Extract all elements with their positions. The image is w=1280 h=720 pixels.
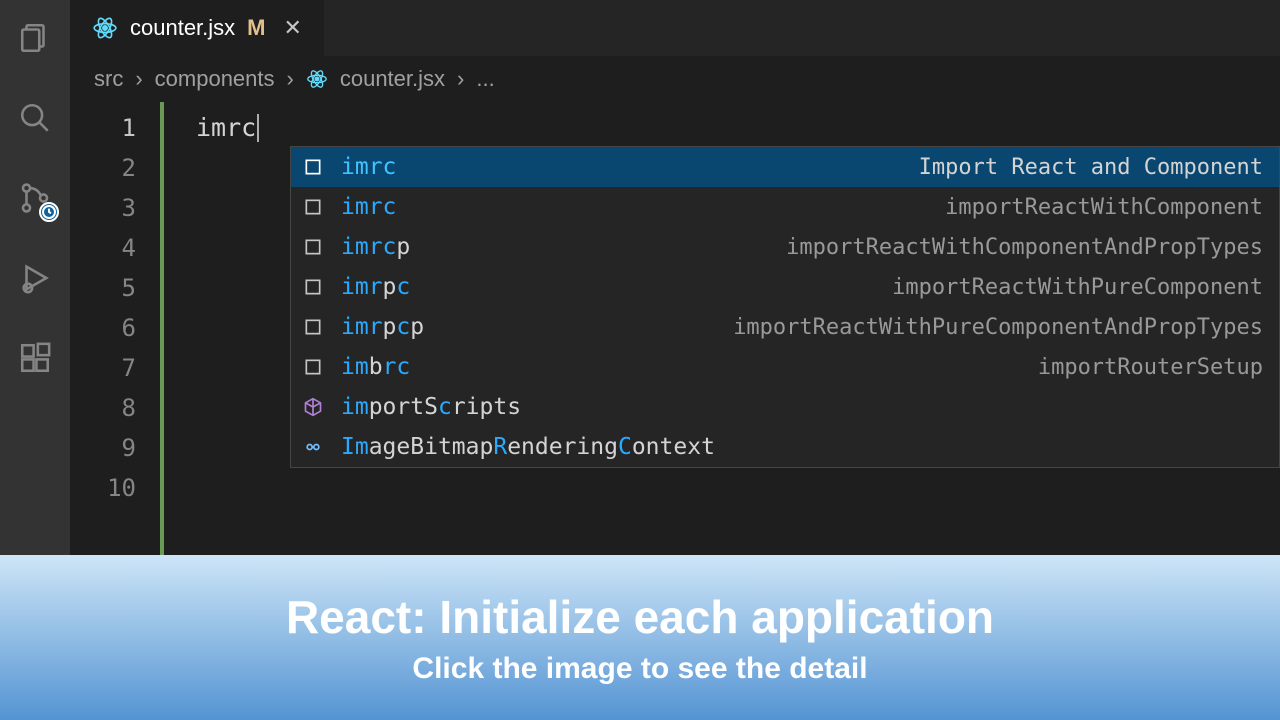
- extensions-icon[interactable]: [15, 338, 55, 378]
- chevron-right-icon: ›: [457, 66, 464, 92]
- suggestion-detail: importRouterSetup: [1038, 355, 1263, 380]
- tab-bar: counter.jsx M ✕: [70, 0, 1280, 56]
- line-number: 6: [70, 308, 160, 348]
- source-control-icon[interactable]: [15, 178, 55, 218]
- tab-filename: counter.jsx: [130, 15, 235, 41]
- chevron-right-icon: ›: [287, 66, 294, 92]
- tab-modified-badge: M: [247, 15, 265, 41]
- suggestion-item[interactable]: imrcp importReactWithComponentAndPropType…: [291, 227, 1279, 267]
- close-icon[interactable]: ✕: [284, 15, 302, 41]
- suggestion-label: imrpcp: [341, 314, 424, 340]
- suggestion-detail: importReactWithPureComponentAndPropTypes: [733, 315, 1263, 340]
- typed-text: imrc: [196, 108, 256, 148]
- snippet-icon: [301, 275, 325, 299]
- suggestion-item[interactable]: ImageBitmapRenderingContext: [291, 427, 1279, 467]
- breadcrumb[interactable]: src › components › counter.jsx › ...: [70, 56, 1280, 102]
- snippet-icon: [301, 155, 325, 179]
- suggestion-label: imrc: [341, 194, 396, 220]
- suggestion-item[interactable]: imrc Import React and Component: [291, 147, 1279, 187]
- snippet-icon: [301, 195, 325, 219]
- breadcrumb-src[interactable]: src: [94, 66, 123, 92]
- line-number: 10: [70, 468, 160, 508]
- suggestion-item[interactable]: imbrc importRouterSetup: [291, 347, 1279, 387]
- run-debug-icon[interactable]: [15, 258, 55, 298]
- chevron-right-icon: ›: [135, 66, 142, 92]
- suggestion-label: imrc: [341, 154, 396, 180]
- module-icon: [301, 395, 325, 419]
- breadcrumb-more[interactable]: ...: [476, 66, 494, 92]
- suggestion-label: imbrc: [341, 354, 410, 380]
- suggestion-label: imrcp: [341, 234, 410, 260]
- line-number: 3: [70, 188, 160, 228]
- explorer-icon[interactable]: [15, 18, 55, 58]
- line-number: 7: [70, 348, 160, 388]
- line-number: 2: [70, 148, 160, 188]
- suggestion-item[interactable]: imrpcp importReactWithPureComponentAndPro…: [291, 307, 1279, 347]
- line-number: 9: [70, 428, 160, 468]
- code-area[interactable]: imrc imrcImport React and Componentimrci…: [160, 102, 1280, 555]
- video-banner[interactable]: React: Initialize each application Click…: [0, 555, 1280, 720]
- code-editor[interactable]: 12345678910 imrc imrc Import React and Co…: [70, 102, 1280, 555]
- banner-title: React: Initialize each application: [286, 590, 994, 644]
- breadcrumb-file[interactable]: counter.jsx: [340, 66, 445, 92]
- breadcrumb-components[interactable]: components: [155, 66, 275, 92]
- code-line-1[interactable]: imrc: [164, 108, 1280, 148]
- react-icon: [92, 15, 118, 41]
- suggestion-detail: importReactWithComponent: [945, 195, 1263, 220]
- editor-main: counter.jsx M ✕ src › components › count…: [70, 0, 1280, 555]
- line-number: 1: [70, 108, 160, 148]
- suggestion-item[interactable]: imrpc importReactWithPureComponent: [291, 267, 1279, 307]
- line-gutter: 12345678910: [70, 102, 160, 555]
- react-icon: [306, 68, 328, 90]
- clock-badge-icon: [39, 202, 59, 222]
- line-number: 5: [70, 268, 160, 308]
- line-number: 8: [70, 388, 160, 428]
- suggestion-item[interactable]: imrc importReactWithComponent: [291, 187, 1279, 227]
- tab-counter-jsx[interactable]: counter.jsx M ✕: [70, 0, 324, 56]
- suggestion-label: ImageBitmapRenderingContext: [341, 434, 715, 460]
- suggestion-label: imrpc: [341, 274, 410, 300]
- text-cursor: [257, 114, 259, 142]
- snippet-icon: [301, 315, 325, 339]
- banner-subtitle: Click the image to see the detail: [412, 652, 867, 686]
- line-number: 4: [70, 228, 160, 268]
- suggestion-label: importScripts: [341, 394, 521, 420]
- suggestion-item[interactable]: importScripts: [291, 387, 1279, 427]
- snippet-icon: [301, 235, 325, 259]
- interface-icon: [301, 435, 325, 459]
- snippet-icon: [301, 355, 325, 379]
- activity-bar: [0, 0, 70, 555]
- suggestion-detail: importReactWithPureComponent: [892, 275, 1263, 300]
- suggestion-popup[interactable]: imrc Import React and Component imrc import…: [290, 146, 1280, 468]
- search-icon[interactable]: [15, 98, 55, 138]
- suggestion-detail: importReactWithComponentAndPropTypes: [786, 235, 1263, 260]
- suggestion-detail: Import React and Component: [919, 155, 1263, 180]
